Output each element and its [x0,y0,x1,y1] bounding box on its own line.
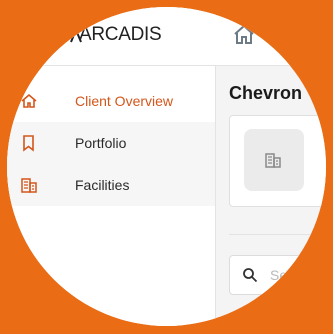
sidebar-item-label: Facilities [75,177,130,193]
page-title: Chevron [229,83,303,103]
logo-area: ARCADIS [7,7,215,66]
search-icon [243,268,258,283]
home-outline-icon [21,93,37,108]
client-thumbnail [244,129,304,191]
sidebar-item-facilities[interactable]: Facilities [7,164,215,206]
top-bar [215,7,326,66]
home-icon[interactable] [232,23,256,47]
sidebar-item-client-overview[interactable]: Client Overview [7,80,215,122]
search-input[interactable] [268,264,326,286]
building-icon [21,178,37,193]
building-icon [265,153,281,168]
section-divider [229,234,326,235]
sidebar-item-label: Portfolio [75,135,127,151]
sidebar: ARCADIS Client Overview Portfolio Facili… [7,7,216,326]
zoom-lens: ARCADIS Client Overview Portfolio Facili… [7,7,326,326]
search-box[interactable] [229,255,326,295]
client-card[interactable] [229,115,326,207]
sidebar-item-label: Client Overview [75,93,174,109]
brand-logo: ARCADIS [79,24,162,45]
bookmark-icon [23,135,34,152]
sidebar-item-portfolio[interactable]: Portfolio [7,122,215,164]
